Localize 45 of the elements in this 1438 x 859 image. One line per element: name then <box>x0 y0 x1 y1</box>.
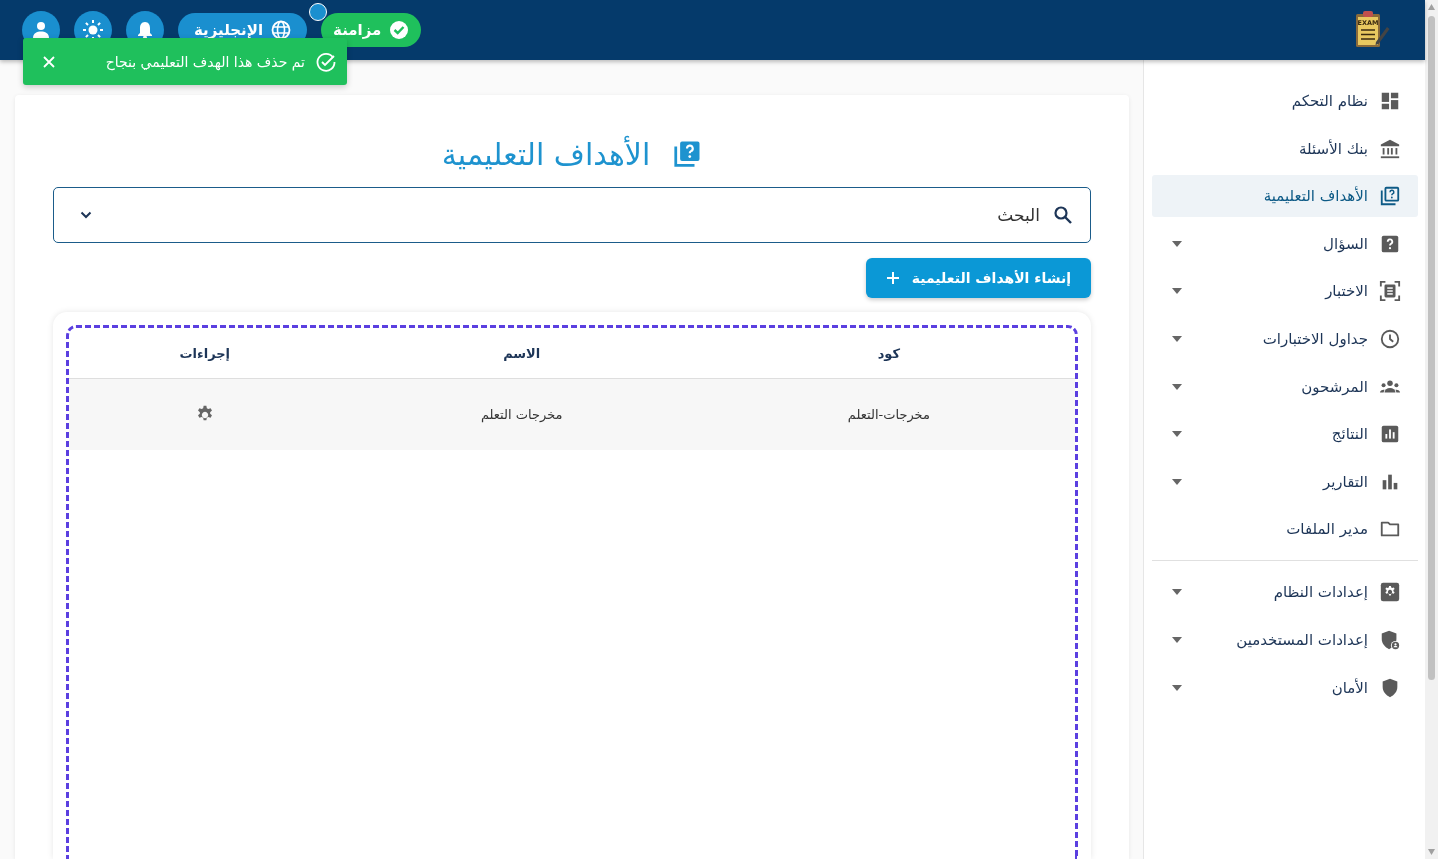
sidebar-item[interactable]: الأمان <box>1152 666 1418 709</box>
column-header: كود <box>877 345 901 361</box>
user-icon <box>31 20 51 40</box>
sidebar-item[interactable]: جداول الاختبارات <box>1152 317 1418 360</box>
search-icon <box>1052 204 1074 226</box>
document-frame-icon <box>1379 280 1401 303</box>
sidebar-item[interactable]: السؤال <box>1152 222 1418 265</box>
sidebar-item[interactable]: إعدادات النظام <box>1152 571 1418 614</box>
plus-icon <box>885 271 900 285</box>
clock-icon <box>1379 327 1401 350</box>
sun-icon <box>82 19 104 41</box>
globe-icon <box>271 20 292 40</box>
column-header: إجراءات <box>179 345 231 361</box>
toast-message: تم حذف هذا الهدف التعليمي بنجاح <box>104 53 305 70</box>
settings-icon <box>1379 581 1401 604</box>
sidebar-item[interactable]: التقارير <box>1152 460 1418 503</box>
sidebar-item[interactable]: المرشحون <box>1152 365 1418 408</box>
scroll-up-icon <box>1428 4 1435 10</box>
check-circle-icon <box>315 50 337 73</box>
sidebar-item[interactable]: بنك الأسئلة <box>1152 127 1418 170</box>
column-header: الاسم <box>503 345 541 361</box>
status-dot <box>309 3 328 21</box>
sidebar-item[interactable]: النتائج <box>1152 413 1418 456</box>
shield-user-icon <box>1379 628 1401 651</box>
search-input[interactable]: البحث <box>122 204 1042 226</box>
question-book-icon <box>672 139 703 169</box>
check-circle-icon <box>389 20 410 40</box>
chevron-down-icon <box>80 211 92 219</box>
table-cell: مخرجات التعلم <box>480 407 563 422</box>
search-field[interactable]: البحث <box>53 187 1091 243</box>
page-title: الأهداف التعليمية <box>441 136 651 172</box>
question-book-icon <box>1379 185 1401 208</box>
sidebar-item[interactable]: الاختبار <box>1152 270 1418 313</box>
sidebar-item[interactable]: إعدادات المستخدمين <box>1152 618 1418 661</box>
scrollbar[interactable] <box>1425 0 1438 859</box>
close-icon <box>41 53 57 70</box>
bell-icon <box>135 20 155 40</box>
sidebar-item[interactable]: الأهداف التعليمية <box>1152 175 1418 218</box>
bank-icon <box>1379 137 1401 160</box>
sidebar-item[interactable]: نظام التحكم <box>1152 80 1418 122</box>
table-cell: مخرجات-التعلم <box>847 407 930 422</box>
scroll-down-icon <box>1428 849 1435 855</box>
dashboard-icon <box>1379 90 1401 112</box>
sidebar-item[interactable]: مدير الملفات <box>1152 508 1418 551</box>
scroll-thumb[interactable] <box>1428 16 1435 680</box>
